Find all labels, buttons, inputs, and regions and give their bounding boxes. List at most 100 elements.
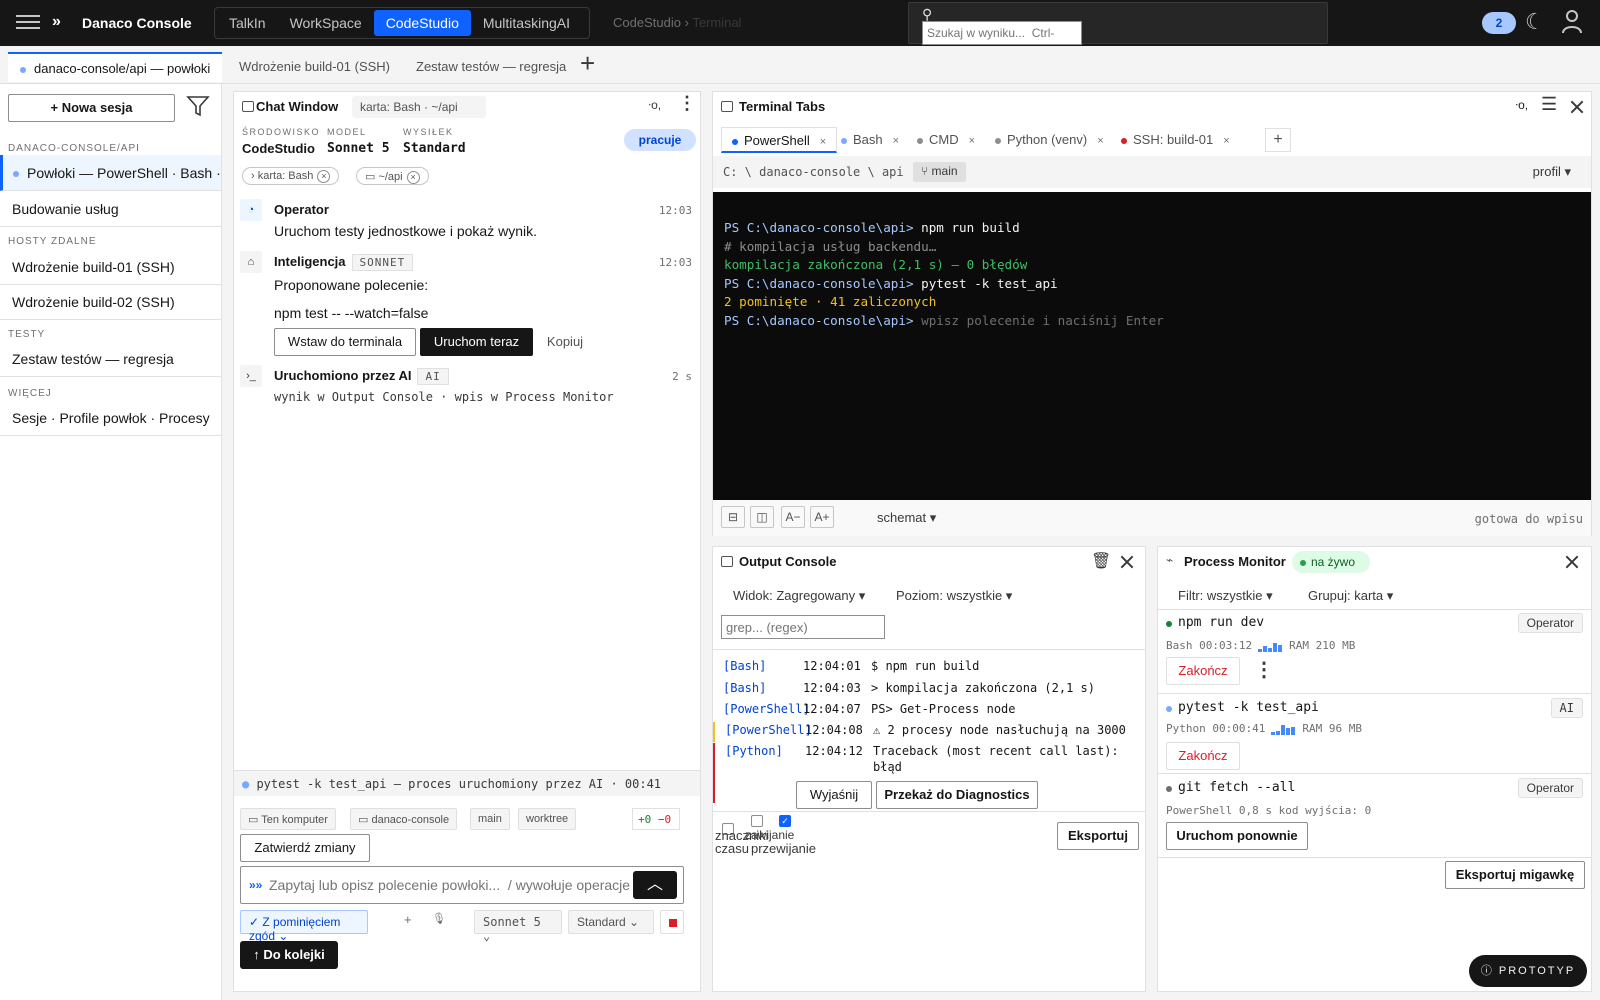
env-chip-repo[interactable]: ▭ danaco-console <box>350 808 458 830</box>
sidebar-item-build[interactable]: Budowanie usług <box>0 191 221 227</box>
prototype-badge[interactable]: ⓘ PROTOTYP <box>1469 955 1587 987</box>
kill-button[interactable]: Zakończ <box>1166 742 1240 770</box>
terminal-tab-ssh[interactable]: SSH: build-01 × <box>1111 127 1240 153</box>
filter-icon[interactable] <box>186 94 210 118</box>
restart-button[interactable]: Uruchom ponownie <box>1166 822 1308 850</box>
kill-button[interactable]: Zakończ <box>1166 657 1240 685</box>
view-select[interactable]: Widok: Zagregowany ▾ <box>733 588 865 604</box>
prompt-icon: »» <box>249 878 263 892</box>
close-icon[interactable]: × <box>317 170 331 183</box>
new-session-button[interactable]: + Nowa sesja <box>8 94 175 122</box>
close-icon[interactable]: × <box>1097 135 1103 147</box>
prompt-input[interactable] <box>269 875 639 895</box>
more-icon[interactable]: ⋮ <box>1254 657 1274 682</box>
insert-to-terminal-button[interactable]: Wstaw do terminala <box>274 328 416 356</box>
split-vertical-icon[interactable]: ◫ <box>750 506 774 528</box>
approval-mode-select[interactable]: ✓ Z pominięciem zgód ⌄ <box>240 910 368 943</box>
terminal-input-line[interactable]: PS C:\danaco-console\api> wpisz poleceni… <box>724 312 1580 331</box>
explain-button[interactable]: Wyjaśnij <box>796 781 872 809</box>
terminal-tab-bash[interactable]: Bash × <box>831 127 909 153</box>
app-multitasking[interactable]: MultitaskingAI <box>471 10 582 36</box>
add-terminal-button[interactable]: + <box>1265 128 1291 152</box>
env-chip-worktree[interactable]: worktree <box>518 808 577 830</box>
model-select[interactable]: Sonnet 5 ⌄ <box>474 910 562 943</box>
close-icon[interactable] <box>1569 99 1585 115</box>
search-input[interactable] <box>922 21 1082 45</box>
grep-input[interactable] <box>721 615 885 639</box>
commit-button[interactable]: Zatwierdź zmiany <box>240 834 370 862</box>
session-tab-regression[interactable]: Zestaw testów — regresja <box>404 52 578 82</box>
send-button[interactable]: ︿ <box>633 871 677 899</box>
terminal-tab-cmd[interactable]: CMD × <box>907 127 985 153</box>
sidebar-item-build01[interactable]: Wdrożenie build-01 (SSH) <box>0 249 221 285</box>
breadcrumb-app[interactable]: CodeStudio <box>613 15 681 30</box>
add-tab-icon[interactable]: + <box>580 50 595 76</box>
context-chip-tab[interactable]: › karta: Bash × <box>242 167 340 185</box>
more-icon[interactable]: ⋮ <box>678 94 696 112</box>
sidebar-item-build02[interactable]: Wdrożenie build-02 (SSH) <box>0 284 221 320</box>
env-chip-branch[interactable]: main <box>470 808 510 830</box>
menu-icon[interactable] <box>16 11 40 35</box>
close-icon[interactable]: × <box>820 136 826 148</box>
run-now-button[interactable]: Uruchom teraz <box>420 328 533 356</box>
chat-icon <box>242 101 254 112</box>
export-snapshot-button[interactable]: Eksportuj migawkę <box>1445 861 1585 889</box>
prompt-box: »» ︿ <box>240 866 684 904</box>
group-select[interactable]: Grupuj: karta ▾ <box>1308 588 1393 604</box>
sidebar-item-more[interactable]: Sesje · Profile powłok · Procesy <box>0 400 221 436</box>
list-icon[interactable]: ☰ <box>1541 94 1557 115</box>
process-row[interactable]: git fetch --all Operator PowerShell 0,8 … <box>1158 774 1591 858</box>
copy-button[interactable]: Kopiuj <box>537 328 593 356</box>
trash-icon[interactable]: 🗑 <box>1091 551 1111 571</box>
wrap-checkbox[interactable] <box>751 815 763 827</box>
font-increase-button[interactable]: A+ <box>810 506 834 528</box>
close-icon[interactable]: × <box>406 171 420 184</box>
context-chip-dir[interactable]: ▭ ~/api × <box>356 167 429 185</box>
stop-button[interactable] <box>660 910 684 934</box>
terminal-screen[interactable]: PS C:\danaco-console\api> npm run build #… <box>713 192 1591 500</box>
terminal-tab-powershell[interactable]: PowerShell × <box>721 127 838 153</box>
effort-select[interactable]: Standard ⌄ <box>568 910 654 934</box>
close-icon[interactable]: × <box>969 135 975 147</box>
sidebar-item-regression[interactable]: Zestaw testów — regresja <box>0 341 221 377</box>
app-codestudio[interactable]: CodeStudio <box>373 10 471 36</box>
notification-badge[interactable]: 2 <box>1482 12 1516 34</box>
terminal-tab-python[interactable]: Python (venv) × <box>985 127 1114 153</box>
font-decrease-button[interactable]: A− <box>781 506 805 528</box>
ai-process-bar[interactable]: ● pytest -k test_api — proces uruchomion… <box>234 770 700 796</box>
app-talkin[interactable]: TalkIn <box>217 10 278 36</box>
level-select[interactable]: Poziom: wszystkie ▾ <box>896 588 1012 604</box>
microphone-icon[interactable]: 🎙 <box>432 912 446 925</box>
close-icon[interactable]: × <box>893 135 899 147</box>
app-workspace[interactable]: WorkSpace <box>278 10 374 36</box>
close-icon[interactable] <box>1564 554 1580 570</box>
process-row[interactable]: npm run dev Operator Bash 00:03:12 RAM 21… <box>1158 609 1591 694</box>
chat-context-chip[interactable]: karta: Bash · ~/api <box>352 96 486 118</box>
export-button[interactable]: Eksportuj <box>1057 822 1139 850</box>
sparkline-bar <box>1273 643 1278 652</box>
filter-select[interactable]: Filtr: wszystkie ▾ <box>1178 588 1273 604</box>
schema-select[interactable]: schemat ▾ <box>877 510 936 526</box>
split-horizontal-icon[interactable]: ⊟ <box>721 506 745 528</box>
send-to-diagnostics-button[interactable]: Przekaż do Diagnostics <box>876 781 1038 809</box>
branch-chip[interactable]: ⑂ main <box>913 162 966 182</box>
brand-logo-icon: » <box>52 13 61 30</box>
add-icon[interactable]: + <box>404 912 412 927</box>
autoscroll-checkbox[interactable]: ✓ <box>779 815 791 827</box>
process-row[interactable]: pytest -k test_api AI Python 00:00:41 RAM… <box>1158 694 1591 774</box>
close-icon[interactable]: × <box>1223 135 1229 147</box>
queue-button[interactable]: ↑ Do kolejki <box>240 941 338 969</box>
moon-icon[interactable]: ☾ <box>1525 9 1545 35</box>
env-chip-computer[interactable]: ▭ Ten komputer <box>240 808 336 830</box>
session-tab-build01[interactable]: Wdrożenie build-01 (SSH) <box>227 52 402 82</box>
process-name: npm run dev <box>1178 615 1265 630</box>
sidebar-heading: TESTY <box>8 329 46 340</box>
sidebar-item-shells[interactable]: Powłoki — PowerShell · Bash · CMD <box>0 155 221 191</box>
procmon-title: Process Monitor <box>1184 554 1286 569</box>
close-icon[interactable] <box>1119 554 1135 570</box>
session-tab-api[interactable]: danaco-console/api — powłoki <box>8 52 223 82</box>
profile-select[interactable]: profil ▾ <box>1533 164 1571 180</box>
message-author: Operator <box>274 202 329 217</box>
user-icon[interactable] <box>1560 8 1584 34</box>
terminal-toolbar: ⊟ ◫ A− A+ schemat ▾ gotowa do wpisu <box>713 500 1591 536</box>
